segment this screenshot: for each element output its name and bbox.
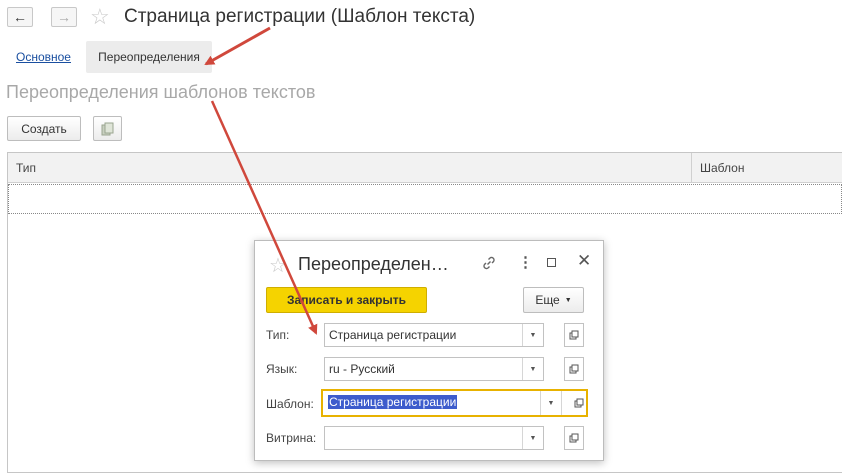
- more-button-label: Еще: [535, 293, 560, 307]
- star-icon[interactable]: ☆: [269, 253, 287, 278]
- type-field[interactable]: Страница регистрации ▼: [324, 323, 544, 347]
- save-and-close-label: Записать и закрыть: [287, 293, 406, 307]
- create-button-label: Создать: [21, 121, 67, 136]
- dropdown-icon[interactable]: ▼: [522, 358, 543, 380]
- template-field-value: Страница регистрации: [328, 395, 458, 409]
- override-dialog: ☆ Переопределен… ⋮ ✕ Записать и закрыть …: [254, 240, 604, 461]
- dialog-title: Переопределен…: [298, 254, 449, 274]
- field-label-type: Тип:: [266, 328, 290, 342]
- close-icon[interactable]: ✕: [577, 251, 591, 271]
- forward-button[interactable]: →: [51, 7, 77, 27]
- open-icon: [569, 433, 579, 443]
- tab-overrides[interactable]: Переопределения: [86, 41, 212, 73]
- star-icon[interactable]: ☆: [90, 4, 110, 30]
- column-header-type[interactable]: Тип: [16, 161, 36, 175]
- tab-main[interactable]: Основное: [16, 50, 71, 64]
- chevron-down-icon: ▼: [564, 296, 572, 304]
- dropdown-icon[interactable]: ▼: [522, 427, 543, 449]
- forward-arrow-icon: →: [57, 9, 71, 25]
- showcase-open-button[interactable]: [564, 426, 584, 450]
- column-header-template[interactable]: Шаблон: [700, 161, 744, 175]
- maximize-icon[interactable]: [547, 258, 556, 267]
- open-icon: [569, 364, 579, 374]
- back-button[interactable]: ←: [7, 7, 33, 27]
- table-header: Тип Шаблон: [8, 153, 842, 183]
- type-open-button[interactable]: [564, 323, 584, 347]
- showcase-field[interactable]: ▼: [324, 426, 544, 450]
- create-button[interactable]: Создать: [7, 116, 81, 141]
- link-icon[interactable]: [481, 255, 497, 274]
- field-label-showcase: Витрина:: [266, 431, 317, 445]
- page-title: Страница регистрации (Шаблон текста): [124, 6, 476, 27]
- save-and-close-button[interactable]: Записать и закрыть: [266, 287, 427, 313]
- dropdown-icon[interactable]: ▼: [540, 391, 562, 415]
- language-field-value: ru - Русский: [329, 362, 395, 376]
- copy-button[interactable]: [93, 116, 122, 141]
- column-divider: [691, 153, 692, 183]
- tab-overrides-label: Переопределения: [98, 50, 200, 64]
- more-button[interactable]: Еще ▼: [523, 287, 584, 313]
- language-open-button[interactable]: [564, 357, 584, 381]
- template-field[interactable]: Страница регистрации ▼: [321, 389, 588, 417]
- field-label-template: Шаблон:: [266, 397, 314, 411]
- annotation-arrow-tab: [204, 26, 271, 66]
- more-vertical-icon[interactable]: ⋮: [518, 255, 533, 270]
- section-title: Переопределения шаблонов текстов: [6, 82, 316, 102]
- open-icon[interactable]: [574, 396, 584, 411]
- field-label-language: Язык:: [266, 362, 298, 376]
- language-field[interactable]: ru - Русский ▼: [324, 357, 544, 381]
- copy-icon: [101, 122, 113, 135]
- table-row[interactable]: [8, 184, 842, 214]
- back-arrow-icon: ←: [13, 9, 27, 25]
- open-icon: [569, 330, 579, 340]
- dropdown-icon[interactable]: ▼: [522, 324, 543, 346]
- type-field-value: Страница регистрации: [329, 328, 457, 342]
